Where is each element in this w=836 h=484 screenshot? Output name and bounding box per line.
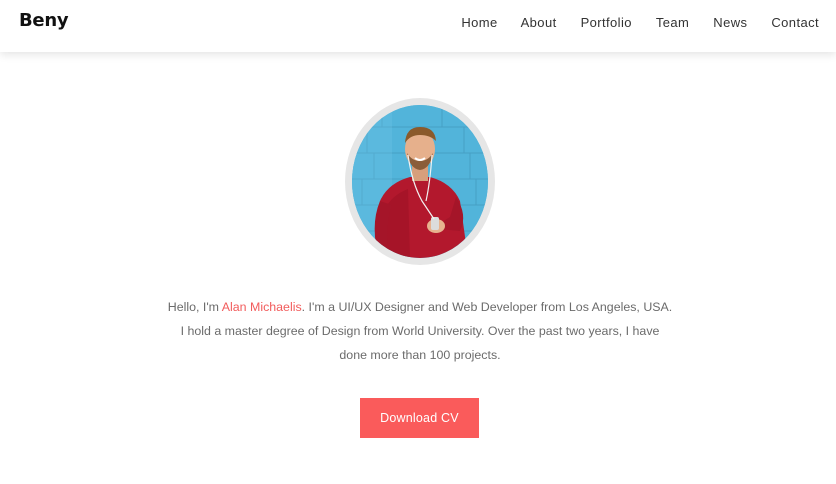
nav-link-contact[interactable]: Contact (771, 15, 819, 30)
intro-text: Hello, I'm Alan Michaelis. I'm a UI/UX D… (160, 295, 680, 367)
nav-link-portfolio[interactable]: Portfolio (581, 15, 632, 30)
main-nav: Home About Portfolio Team News Contact (461, 0, 836, 44)
greeting-text: Hello, I'm (167, 300, 222, 314)
avatar-frame (345, 98, 495, 265)
profile-photo (352, 105, 488, 258)
nav-link-home[interactable]: Home (461, 15, 497, 30)
intro-line-3: done more than 100 projects. (339, 348, 501, 362)
intro-line-2: I hold a master degree of Design from Wo… (180, 324, 660, 338)
top-navbar: Beny Home About Portfolio Team News Cont… (0, 0, 836, 52)
nav-link-news[interactable]: News (713, 15, 747, 30)
nav-link-team[interactable]: Team (656, 15, 689, 30)
avatar (352, 105, 488, 258)
intro-line-1-rest: . I'm a UI/UX Designer and Web Developer… (301, 300, 673, 314)
intro-line-1: Hello, I'm Alan Michaelis. I'm a UI/UX D… (160, 295, 680, 319)
download-cv-button[interactable]: Download CV (360, 398, 479, 438)
nav-link-about[interactable]: About (521, 15, 557, 30)
author-name: Alan Michaelis (221, 300, 302, 314)
brand-logo[interactable]: Beny (19, 10, 69, 31)
